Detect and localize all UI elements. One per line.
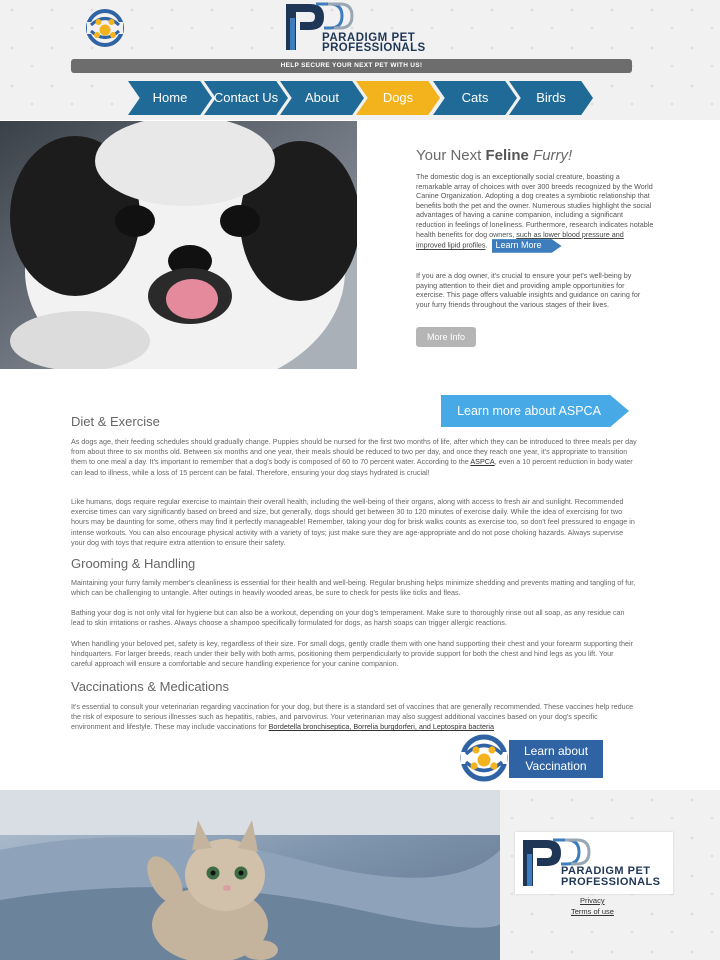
paw-badge-icon[interactable] (456, 733, 512, 783)
hero-paragraph-1: The domestic dog is an exceptionally soc… (416, 172, 654, 253)
logo-line-2: PROFESSIONALS (322, 42, 426, 54)
learn-more-button[interactable]: Learn More (491, 239, 562, 253)
nav-dogs[interactable]: Dogs (356, 81, 440, 115)
dog-photo (0, 121, 357, 369)
grooming-paragraph-2: Bathing your dog is not only vital for h… (71, 608, 625, 628)
hero-paragraph-2: If you are a dog owner, it's crucial to … (416, 271, 641, 309)
main-nav: Home Contact Us About Dogs Cats Birds (128, 81, 598, 115)
privacy-link[interactable]: Privacy (580, 896, 605, 905)
vaccine-bacteria-link[interactable]: Bordetella bronchiseptica, Borrelia burg… (269, 722, 494, 731)
diet-exercise-heading: Diet & Exercise (71, 414, 160, 429)
more-info-button[interactable]: More Info (416, 327, 476, 347)
paw-badge-icon[interactable] (82, 8, 128, 48)
aspca-button[interactable]: Learn more about ASPCA (441, 395, 629, 427)
hero-content: Your Next Feline Furry! The domestic dog… (357, 121, 720, 369)
vaccinations-paragraph: It's essential to consult your veterinar… (71, 702, 634, 732)
site-logo[interactable]: PARADIGM PET PROFESSIONALS (286, 2, 434, 54)
diet-paragraph-2: Like humans, dogs require regular exerci… (71, 497, 635, 547)
vaccinations-heading: Vaccinations & Medications (71, 679, 230, 694)
site-header: PARADIGM PET PROFESSIONALS HELP SECURE Y… (0, 0, 720, 120)
site-footer: PARADIGM PET PROFESSIONALS Privacy Terms… (0, 790, 720, 960)
grooming-paragraph-1: Maintaining your furry family member's c… (71, 578, 636, 598)
aspca-link[interactable]: ASPCA (470, 457, 494, 466)
hero-title: Your Next Feline Furry! (416, 147, 573, 164)
footer-logo[interactable]: PARADIGM PET PROFESSIONALS (515, 832, 673, 894)
diet-paragraph-1: As dogs age, their feeding schedules sho… (71, 437, 637, 477)
nav-cats[interactable]: Cats (433, 81, 517, 115)
terms-of-use-link[interactable]: Terms of use (571, 907, 614, 916)
nav-contact-us[interactable]: Contact Us (204, 81, 288, 115)
tagline-banner: HELP SECURE YOUR NEXT PET WITH US! (71, 59, 632, 73)
nav-birds[interactable]: Birds (509, 81, 593, 115)
learn-about-vaccination-button[interactable]: Learn about Vaccination (509, 740, 603, 778)
footer-logo-line-2: PROFESSIONALS (561, 876, 661, 888)
nav-home[interactable]: Home (128, 81, 212, 115)
grooming-handling-heading: Grooming & Handling (71, 556, 196, 571)
kitten-photo (0, 790, 500, 960)
grooming-paragraph-3: When handling your beloved pet, safety i… (71, 639, 633, 669)
nav-about[interactable]: About (280, 81, 364, 115)
